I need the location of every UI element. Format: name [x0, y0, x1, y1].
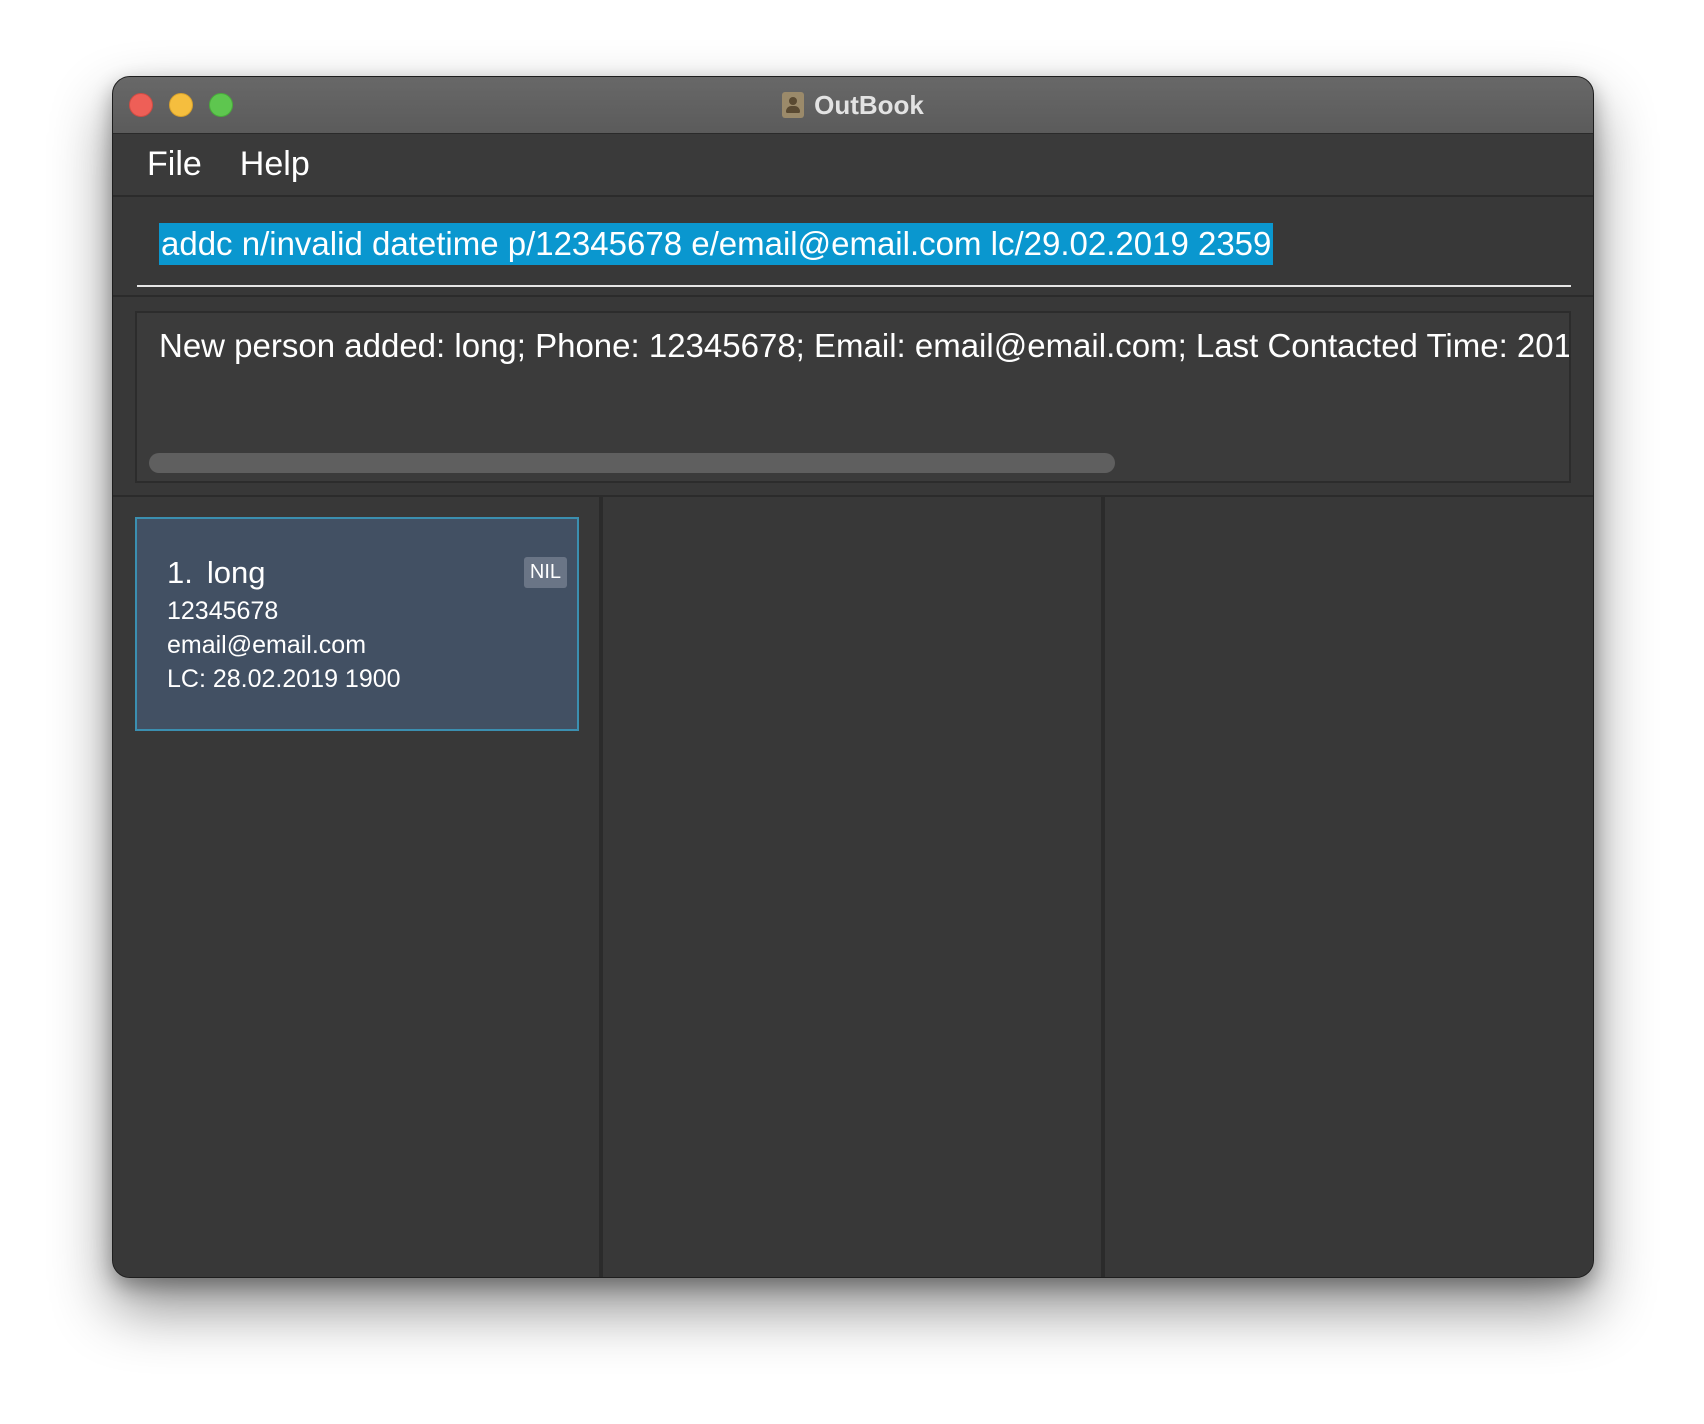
- app-window: OutBook File Help addc n/invalid datetim…: [112, 76, 1594, 1278]
- main-panels: 1. long NIL 12345678 email@email.com LC: …: [113, 497, 1593, 1277]
- menu-file[interactable]: File: [147, 145, 202, 184]
- title-bar: OutBook: [113, 77, 1593, 134]
- person-name: long: [206, 555, 266, 590]
- person-phone: 12345678: [167, 597, 279, 625]
- menu-bar: File Help: [113, 134, 1593, 197]
- person-list-panel: 1. long NIL 12345678 email@email.com LC: …: [113, 497, 603, 1277]
- command-box: addc n/invalid datetime p/12345678 e/ema…: [113, 199, 1593, 293]
- person-card[interactable]: 1. long NIL 12345678 email@email.com LC: …: [135, 517, 579, 731]
- person-index: 1.: [167, 555, 193, 590]
- menu-help[interactable]: Help: [240, 145, 310, 184]
- result-display-pane: New person added: long; Phone: 12345678;…: [113, 295, 1593, 499]
- tag-badge: NIL: [523, 557, 567, 588]
- result-message: New person added: long; Phone: 12345678;…: [159, 327, 1571, 364]
- person-email: email@email.com: [167, 631, 367, 659]
- window-title-group: OutBook: [113, 77, 1593, 133]
- person-last-contacted: LC: 28.02.2019 1900: [167, 665, 401, 693]
- command-input-text: addc n/invalid datetime p/12345678 e/ema…: [159, 223, 1274, 265]
- horizontal-scrollbar[interactable]: [149, 453, 1115, 473]
- contact-book-icon: [782, 92, 805, 118]
- result-display[interactable]: New person added: long; Phone: 12345678;…: [135, 311, 1571, 483]
- window-title: OutBook: [814, 89, 924, 120]
- command-input[interactable]: addc n/invalid datetime p/12345678 e/ema…: [137, 199, 1571, 287]
- right-panel: [1105, 497, 1593, 1277]
- middle-panel: [603, 497, 1105, 1277]
- person-name-row: 1. long: [167, 555, 265, 591]
